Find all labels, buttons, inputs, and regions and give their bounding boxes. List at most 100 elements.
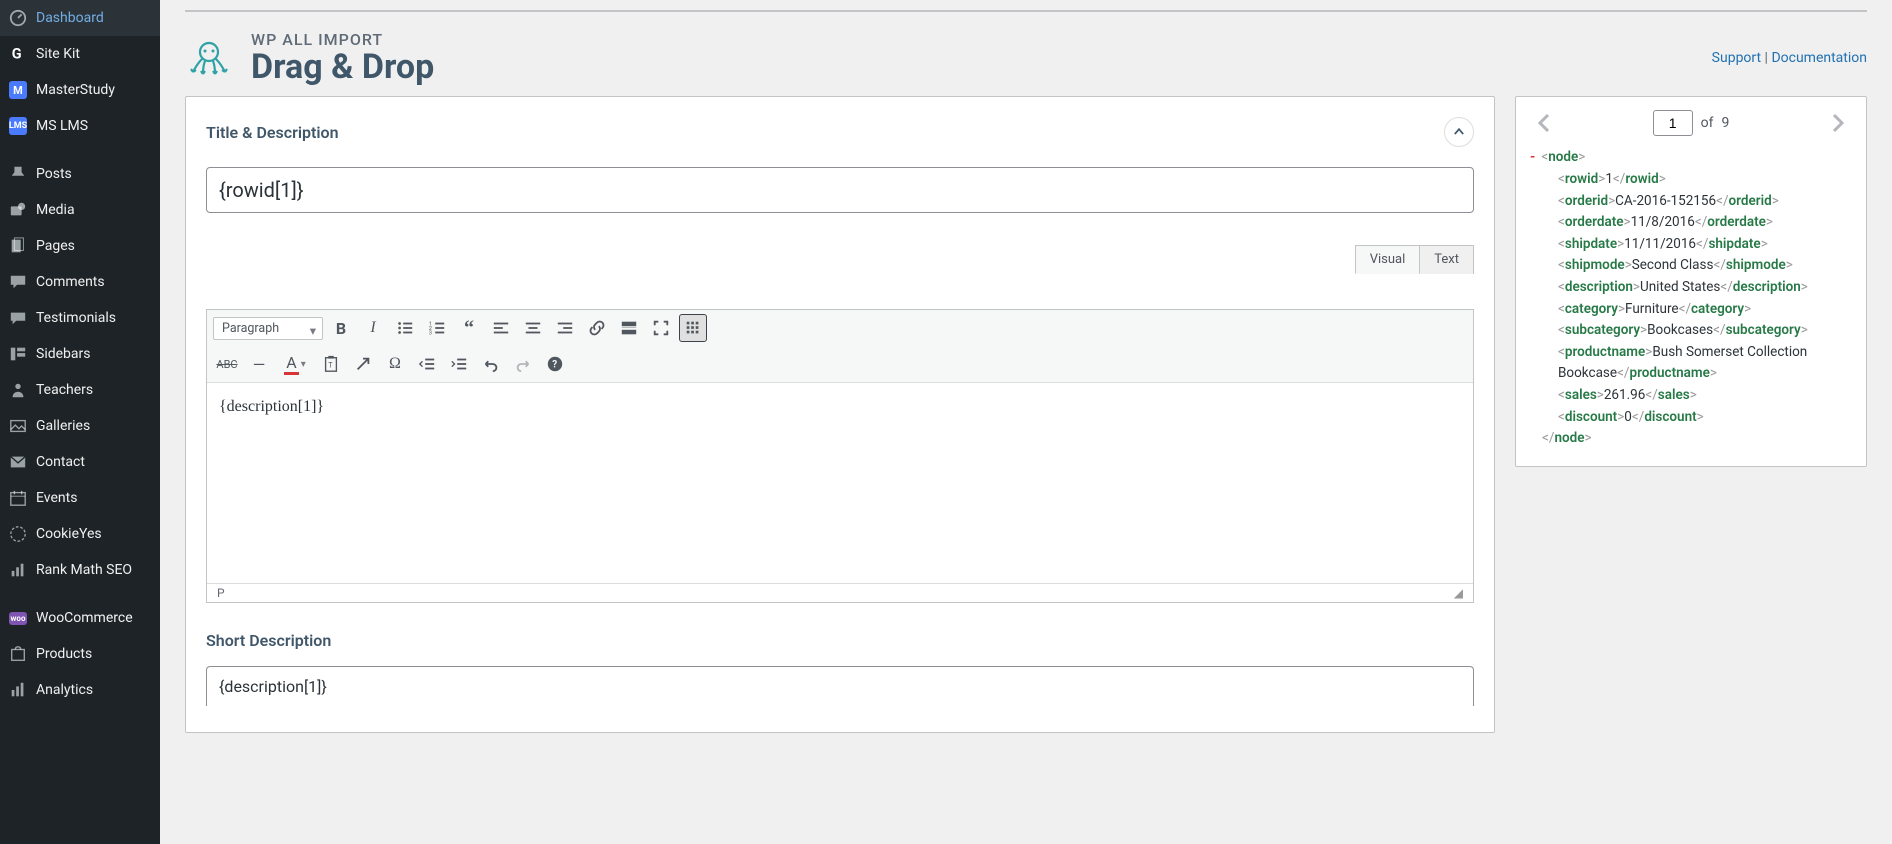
special-char-button[interactable]: Ω [381, 350, 409, 378]
support-link[interactable]: Support [1712, 50, 1761, 66]
title-input[interactable] [206, 167, 1474, 213]
sidebar-label: Comments [36, 274, 105, 290]
sidebar-item-testimonials[interactable]: Testimonials [0, 300, 160, 336]
resize-handle-icon[interactable]: ◢ [1454, 586, 1463, 600]
link-divider: | [1761, 50, 1771, 66]
admin-sidebar: Dashboard G Site Kit M MasterStudy LMS M… [0, 0, 160, 844]
italic-button[interactable]: I [359, 314, 387, 342]
products-icon [8, 644, 28, 664]
sidebar-item-contact[interactable]: Contact [0, 444, 160, 480]
horizontal-rule-button[interactable]: — [245, 350, 273, 378]
strikethrough-button[interactable]: ABC [213, 350, 241, 378]
toolbar-toggle-button[interactable] [679, 314, 707, 342]
sidebar-label: Pages [36, 238, 75, 254]
sidebar-label: Contact [36, 454, 85, 470]
svg-text:T: T [328, 361, 333, 370]
sidebar-item-dashboard[interactable]: Dashboard [0, 0, 160, 36]
sidebar-label: Teachers [36, 382, 93, 398]
title-description-panel: Title & Description Visual Text [185, 96, 1495, 733]
octopus-logo-icon [185, 34, 233, 82]
sidebar-item-posts[interactable]: Posts [0, 156, 160, 192]
sidebar-item-events[interactable]: Events [0, 480, 160, 516]
xml-element-shipdate[interactable]: <shipdate>11/11/2016</shipdate> [1530, 234, 1852, 256]
readmore-button[interactable] [615, 314, 643, 342]
documentation-link[interactable]: Documentation [1771, 50, 1867, 66]
xml-preview-panel: of 9 -<node><rowid>1</rowid><orderid>CA-… [1515, 96, 1867, 466]
blockquote-button[interactable]: “ [455, 314, 483, 342]
xml-element-category[interactable]: <category>Furniture</category> [1530, 299, 1852, 321]
sidebar-item-sitekit[interactable]: G Site Kit [0, 36, 160, 72]
sidebar-item-analytics[interactable]: Analytics [0, 672, 160, 708]
sidebar-label: Events [36, 490, 77, 506]
undo-button[interactable] [477, 350, 505, 378]
outdent-button[interactable] [413, 350, 441, 378]
next-record-button[interactable] [1824, 109, 1852, 137]
pin-icon [8, 164, 28, 184]
xml-element-shipmode[interactable]: <shipmode>Second Class</shipmode> [1530, 255, 1852, 277]
prev-record-button[interactable] [1530, 109, 1558, 137]
collapse-icon[interactable]: - [1530, 149, 1535, 165]
xml-element-subcategory[interactable]: <subcategory>Bookcases</subcategory> [1530, 320, 1852, 342]
editor-body[interactable]: {description[1]} [207, 383, 1473, 583]
xml-element-description[interactable]: <description>United States</description> [1530, 277, 1852, 299]
xml-element-productname[interactable]: <productname>Bush Somerset Collection Bo… [1530, 342, 1852, 385]
align-center-button[interactable] [519, 314, 547, 342]
sidebar-label: Testimonials [36, 310, 116, 326]
clear-format-button[interactable] [349, 350, 377, 378]
sidebar-item-cookieyes[interactable]: CookieYes [0, 516, 160, 552]
indent-button[interactable] [445, 350, 473, 378]
sidebars-icon [8, 344, 28, 364]
chevron-down-icon: ▾ [310, 323, 316, 339]
teachers-icon [8, 380, 28, 400]
xml-element-orderdate[interactable]: <orderdate>11/8/2016</orderdate> [1530, 212, 1852, 234]
link-button[interactable] [583, 314, 611, 342]
sidebar-item-woocommerce[interactable]: woo WooCommerce [0, 600, 160, 636]
numbered-list-button[interactable]: 123 [423, 314, 451, 342]
xml-node-open[interactable]: -<node> [1530, 147, 1852, 169]
fullscreen-button[interactable] [647, 314, 675, 342]
paste-text-button[interactable]: T [317, 350, 345, 378]
chart-icon [8, 560, 28, 580]
editor-tab-text[interactable]: Text [1419, 245, 1474, 274]
comments-icon [8, 272, 28, 292]
sidebar-item-mslms[interactable]: LMS MS LMS [0, 108, 160, 144]
xml-element-orderid[interactable]: <orderid>CA-2016-152156</orderid> [1530, 191, 1852, 213]
envelope-icon [8, 452, 28, 472]
of-label: of [1701, 115, 1714, 131]
xml-element-discount[interactable]: <discount>0</discount> [1530, 407, 1852, 429]
help-button[interactable]: ? [541, 350, 569, 378]
xml-nav: of 9 [1530, 109, 1852, 137]
sidebar-label: Sidebars [36, 346, 90, 362]
short-description-input[interactable] [206, 666, 1474, 706]
sidebar-item-sidebars[interactable]: Sidebars [0, 336, 160, 372]
mslms-icon: LMS [8, 116, 28, 136]
svg-text:?: ? [552, 360, 557, 371]
editor-path: P [217, 586, 225, 600]
sidebar-item-teachers[interactable]: Teachers [0, 372, 160, 408]
editor-tab-visual[interactable]: Visual [1355, 245, 1421, 274]
sidebar-label: Media [36, 202, 75, 218]
sidebar-item-rankmath[interactable]: Rank Math SEO [0, 552, 160, 588]
xml-element-sales[interactable]: <sales>261.96</sales> [1530, 385, 1852, 407]
sidebar-item-media[interactable]: Media [0, 192, 160, 228]
text-color-button[interactable]: A▾ [277, 350, 313, 378]
sidebar-label: Products [36, 646, 92, 662]
sidebar-item-comments[interactable]: Comments [0, 264, 160, 300]
sidebar-item-products[interactable]: Products [0, 636, 160, 672]
pages-icon [8, 236, 28, 256]
redo-button[interactable] [509, 350, 537, 378]
sidebar-item-galleries[interactable]: Galleries [0, 408, 160, 444]
sidebar-label: Rank Math SEO [36, 562, 132, 578]
sidebar-item-masterstudy[interactable]: M MasterStudy [0, 72, 160, 108]
xml-element-rowid[interactable]: <rowid>1</rowid> [1530, 169, 1852, 191]
bullet-list-button[interactable] [391, 314, 419, 342]
rich-editor: Paragraph ▾ B I 123 “ [206, 309, 1474, 603]
align-left-button[interactable] [487, 314, 515, 342]
bold-button[interactable]: B [327, 314, 355, 342]
collapse-panel-button[interactable] [1444, 117, 1474, 147]
paragraph-select[interactable]: Paragraph ▾ [213, 317, 323, 340]
sidebar-item-pages[interactable]: Pages [0, 228, 160, 264]
sidebar-label: Analytics [36, 682, 93, 698]
record-number-input[interactable] [1653, 110, 1693, 136]
align-right-button[interactable] [551, 314, 579, 342]
